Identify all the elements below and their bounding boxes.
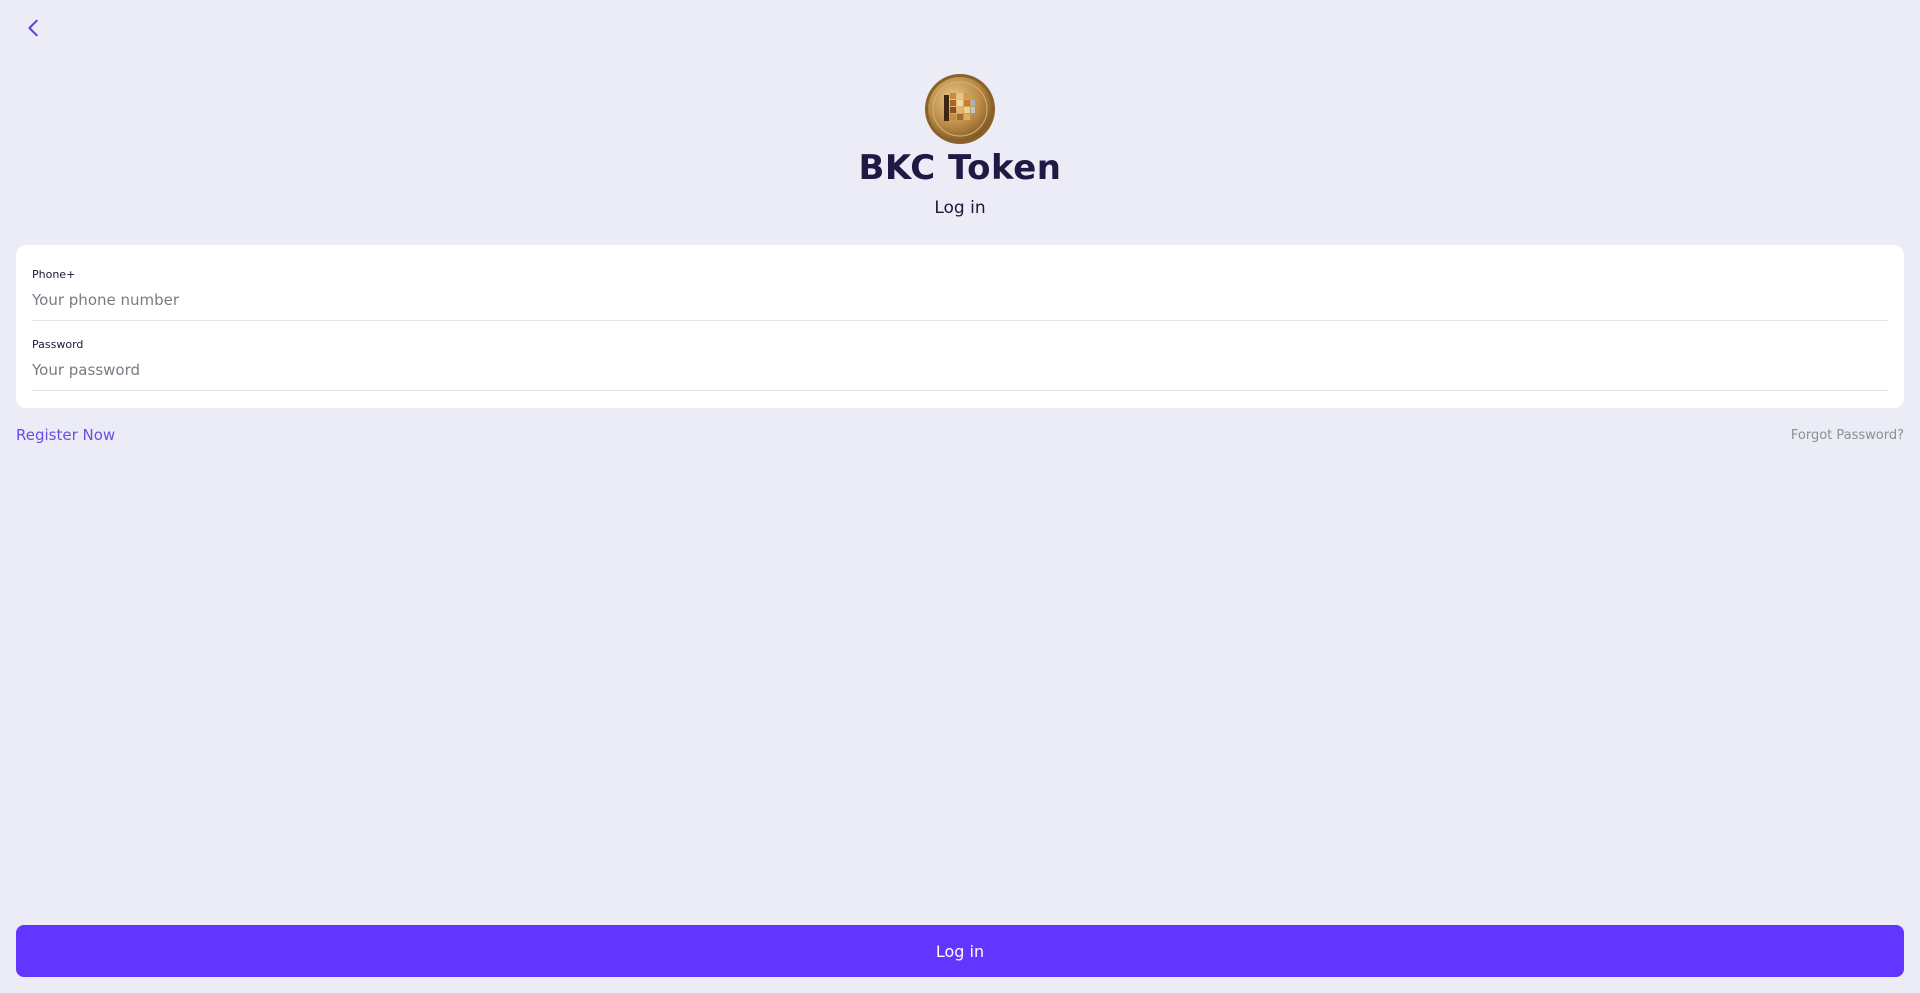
password-label: Password [32, 338, 84, 351]
app-title: BKC Token [858, 148, 1062, 188]
chevron-left-icon [28, 19, 38, 37]
logo [924, 73, 996, 145]
register-now-link[interactable]: Register Now [16, 426, 115, 444]
phone-input[interactable] [32, 289, 1888, 311]
bkc-token-coin-logo [925, 74, 995, 144]
password-input[interactable] [32, 359, 1888, 381]
page-subtitle: Log in [934, 198, 986, 218]
login-form-card: Phone+ Password [16, 245, 1904, 408]
login-page: BKC Token Log in Phone+ Password Registe… [0, 0, 1920, 993]
password-field: Password [32, 321, 1888, 391]
login-button[interactable]: Log in [16, 925, 1904, 977]
phone-label: Phone+ [32, 268, 76, 281]
forgot-password-link[interactable]: Forgot Password? [1791, 428, 1904, 443]
back-button[interactable] [20, 14, 48, 42]
phone-field: Phone+ [32, 245, 1888, 321]
